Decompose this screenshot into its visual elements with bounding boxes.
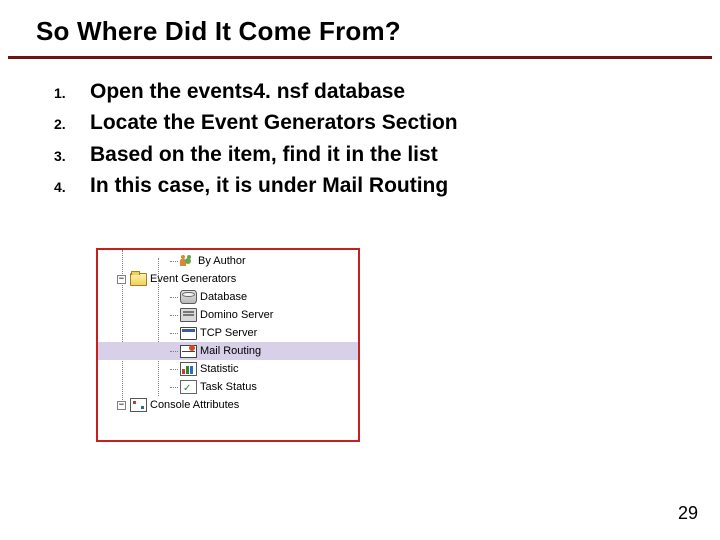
tree-node-label: Database (200, 288, 247, 306)
page-number: 29 (678, 503, 698, 524)
tree-node-label: TCP Server (200, 324, 257, 342)
tree-node-label: Mail Routing (200, 342, 261, 360)
collapse-toggle-icon[interactable]: − (117, 401, 126, 410)
tree-view: By Author − Event GeneratorsDatabaseDomino… (98, 250, 358, 416)
tree-node-label: Statistic (200, 360, 239, 378)
list-number: 2. (54, 115, 90, 134)
tree-guide-twig (170, 387, 178, 388)
tree-view-screenshot: By Author − Event GeneratorsDatabaseDomino… (96, 248, 360, 442)
list-item: 1. Open the events4. nsf database (54, 78, 654, 106)
list-number: 4. (54, 178, 90, 197)
tree-node[interactable]: Database (98, 288, 358, 306)
tree-node-label: Domino Server (200, 306, 273, 324)
list-text: In this case, it is under Mail Routing (90, 172, 654, 200)
tree-node-label: By Author (198, 252, 246, 270)
tcp-icon (180, 327, 197, 340)
title-divider (8, 56, 712, 59)
collapse-toggle-icon[interactable]: − (117, 275, 126, 284)
list-number: 3. (54, 147, 90, 166)
folder-open-icon (130, 273, 147, 286)
list-number: 1. (54, 84, 90, 103)
tree-node[interactable]: Domino Server (98, 306, 358, 324)
tree-node[interactable]: − Event Generators (98, 270, 358, 288)
slide: So Where Did It Come From? 1. Open the e… (0, 0, 720, 540)
tree-node-label: Task Status (200, 378, 257, 396)
tree-guide-twig (170, 315, 178, 316)
tree-node[interactable]: Task Status (98, 378, 358, 396)
database-icon (180, 290, 197, 304)
people-icon (180, 255, 195, 267)
tree-guide-twig (170, 261, 178, 262)
tree-guide-twig (170, 351, 178, 352)
tree-node[interactable]: Mail Routing (98, 342, 358, 360)
tree-node[interactable]: − Console Attributes (98, 396, 358, 414)
list-item: 3. Based on the item, find it in the lis… (54, 141, 654, 169)
list-item: 2. Locate the Event Generators Section (54, 109, 654, 137)
mail-icon (180, 345, 197, 358)
list-text: Locate the Event Generators Section (90, 109, 654, 137)
list-text: Open the events4. nsf database (90, 78, 654, 106)
task-icon (180, 380, 197, 394)
tree-guide-twig (170, 297, 178, 298)
list-text: Based on the item, find it in the list (90, 141, 654, 169)
tree-node-label: Console Attributes (150, 396, 239, 414)
server-icon (180, 308, 197, 322)
console-icon (130, 398, 147, 412)
numbered-list: 1. Open the events4. nsf database 2. Loc… (54, 78, 654, 203)
tree-node[interactable]: TCP Server (98, 324, 358, 342)
tree-node[interactable]: Statistic (98, 360, 358, 378)
list-item: 4. In this case, it is under Mail Routin… (54, 172, 654, 200)
slide-title: So Where Did It Come From? (36, 16, 401, 47)
tree-guide-twig (170, 369, 178, 370)
tree-guide-twig (170, 333, 178, 334)
tree-node[interactable]: By Author (98, 252, 358, 270)
statistic-icon (180, 362, 197, 376)
tree-node-label: Event Generators (150, 270, 236, 288)
